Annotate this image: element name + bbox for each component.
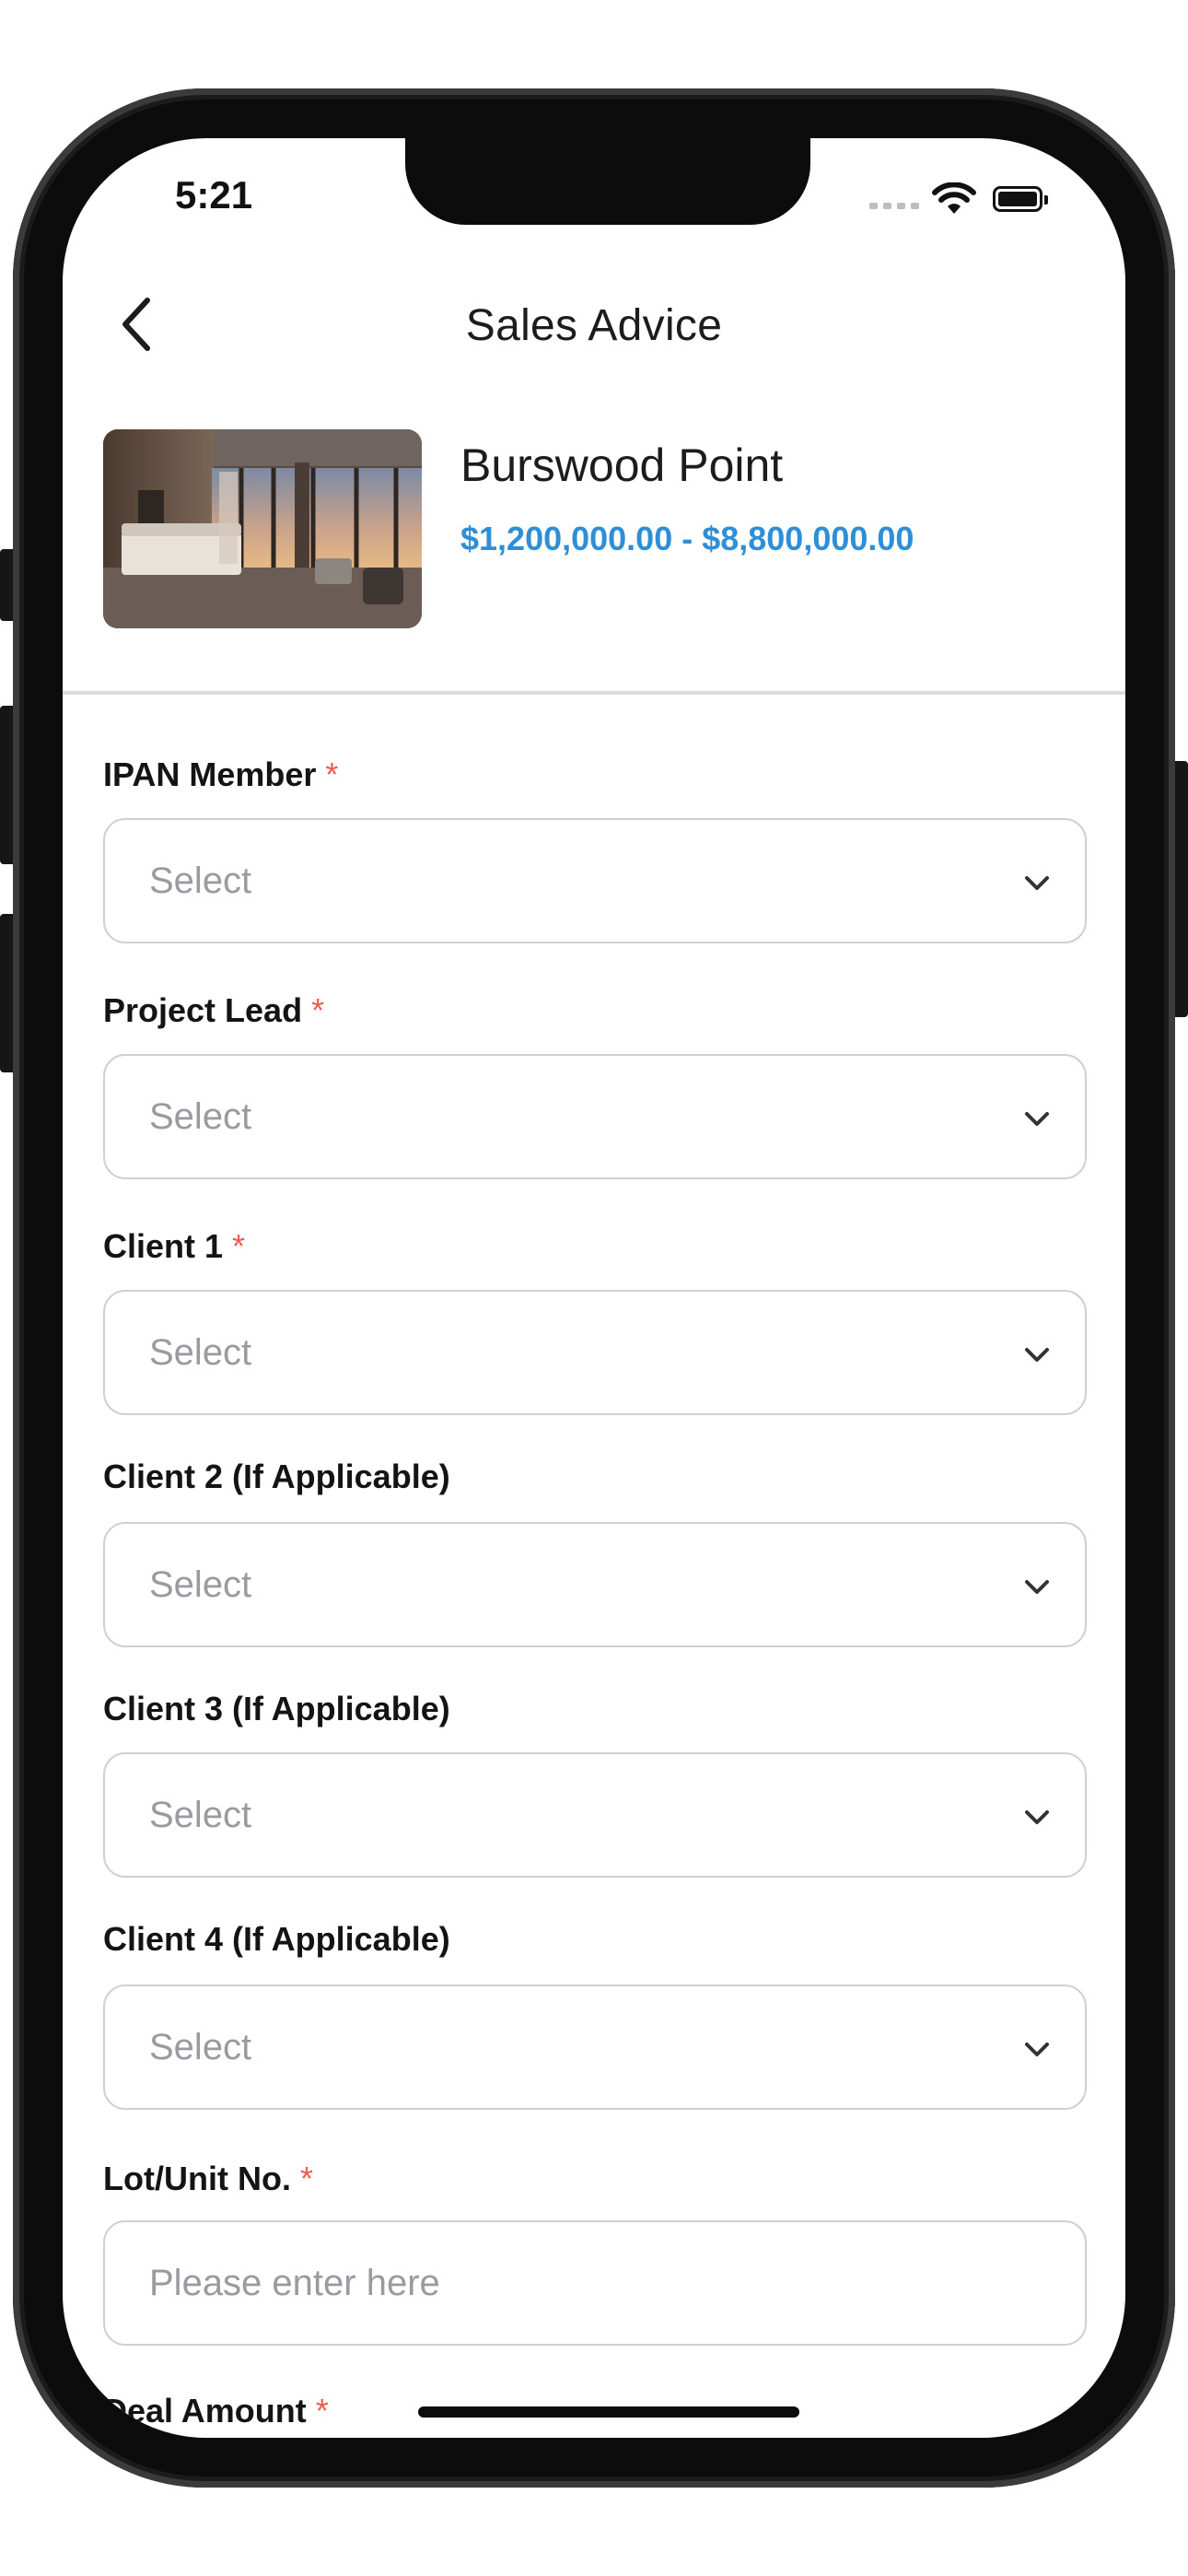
lot-unit-no-input[interactable]: Please enter here [103,2220,1087,2346]
volume-up-button [0,706,13,864]
project-lead-select[interactable]: Select [103,1054,1087,1179]
label-deal-amount: Deal Amount * [103,2392,329,2430]
chevron-down-icon [1025,2043,1049,2056]
project-thumbnail [103,429,422,628]
required-mark: * [299,2160,313,2197]
signal-icon [869,203,919,209]
volume-down-button [0,914,13,1072]
required-mark: * [232,1227,246,1265]
section-divider [63,691,1125,695]
client-3-select[interactable]: Select [103,1752,1087,1878]
chevron-down-icon [1025,876,1049,890]
select-placeholder: Select [149,1564,252,1605]
select-placeholder: Select [149,1795,252,1835]
chevron-down-icon [1025,1580,1049,1594]
home-indicator[interactable] [418,2406,799,2418]
chevron-down-icon [1025,1112,1049,1126]
label-ipan-member: IPAN Member * [103,755,339,793]
label-client-3: Client 3 (If Applicable) [103,1690,450,1727]
label-client-4: Client 4 (If Applicable) [103,1920,450,1958]
project-name: Burswood Point [460,439,784,491]
required-mark: * [311,991,325,1029]
client-4-select[interactable]: Select [103,1985,1087,2110]
power-button [1175,761,1188,1017]
required-mark: * [315,2392,329,2430]
client-2-select[interactable]: Select [103,1522,1087,1647]
input-placeholder: Please enter here [149,2263,440,2303]
select-placeholder: Select [149,1332,252,1373]
chevron-down-icon [1025,1810,1049,1824]
select-placeholder: Select [149,2027,252,2067]
ipan-member-select[interactable]: Select [103,818,1087,943]
select-placeholder: Select [149,861,252,901]
notch [405,138,810,225]
label-client-1: Client 1 * [103,1227,246,1265]
project-price-range: $1,200,000.00 - $8,800,000.00 [460,520,914,557]
select-placeholder: Select [149,1096,252,1137]
label-project-lead: Project Lead * [103,991,325,1029]
wifi-icon [932,182,976,214]
phone-frame: 5:21 Sales Advice Burswood Point $1,200,… [13,88,1175,2488]
battery-icon [993,186,1048,212]
status-time: 5:21 [175,173,253,217]
app-screen: 5:21 Sales Advice Burswood Point $1,200,… [63,138,1125,2438]
chevron-down-icon [1025,1348,1049,1362]
label-client-2: Client 2 (If Applicable) [103,1458,450,1495]
label-lot-unit-no: Lot/Unit No. * [103,2160,313,2197]
client-1-select[interactable]: Select [103,1290,1087,1415]
page-title: Sales Advice [465,301,723,350]
required-mark: * [325,755,339,793]
silent-switch [0,549,13,621]
